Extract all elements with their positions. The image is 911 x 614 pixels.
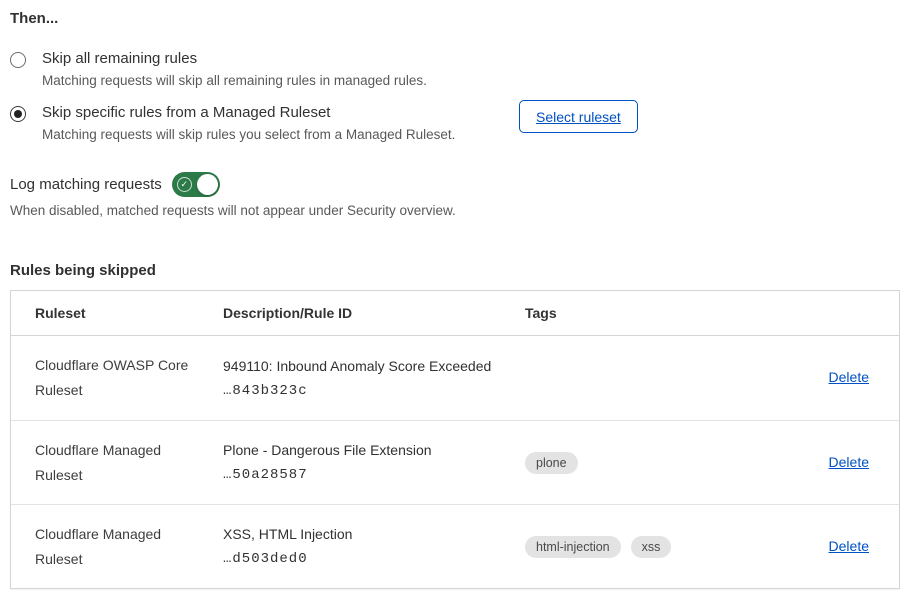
table-row: Cloudflare Managed Ruleset Plone - Dange…	[11, 420, 899, 504]
radio-option-skip-specific[interactable]: Skip specific rules from a Managed Rules…	[10, 104, 570, 142]
delete-link[interactable]: Delete	[829, 369, 869, 385]
radio-selected-dot	[14, 110, 22, 118]
actions-cell: Delete	[829, 369, 869, 387]
ruleset-name: Cloudflare OWASP Core Ruleset	[35, 353, 223, 403]
actions-cell: Delete	[829, 538, 869, 556]
tags-cell: html-injection xss	[525, 536, 829, 558]
radio-option-skip-all[interactable]: Skip all remaining rules Matching reques…	[10, 50, 570, 88]
log-matching-row: Log matching requests ✓	[10, 172, 220, 197]
check-icon: ✓	[177, 177, 192, 192]
delete-link[interactable]: Delete	[829, 538, 869, 554]
actions-cell: Delete	[829, 454, 869, 472]
tag-pill: plone	[525, 452, 578, 474]
then-heading: Then...	[10, 10, 58, 27]
rule-description: XSS, HTML Injection	[223, 526, 525, 542]
ruleset-name: Cloudflare Managed Ruleset	[35, 438, 223, 488]
rule-description: Plone - Dangerous File Extension	[223, 442, 525, 458]
column-header-tags: Tags	[525, 305, 869, 321]
rule-description-cell: Plone - Dangerous File Extension …50a285…	[223, 442, 525, 483]
ruleset-name: Cloudflare Managed Ruleset	[35, 522, 223, 572]
radio-skip-specific-label[interactable]: Skip specific rules from a Managed Rules…	[42, 104, 455, 121]
log-matching-toggle[interactable]: ✓	[172, 172, 220, 197]
radio-skip-specific[interactable]	[10, 106, 26, 122]
rules-table: Ruleset Description/Rule ID Tags Cloudfl…	[10, 290, 900, 589]
rule-id: …50a28587	[223, 467, 525, 483]
toggle-knob	[197, 174, 218, 195]
tags-cell: plone	[525, 452, 829, 474]
tag-pill: xss	[631, 536, 672, 558]
table-header-row: Ruleset Description/Rule ID Tags	[11, 291, 899, 336]
rule-description-cell: XSS, HTML Injection …d503ded0	[223, 526, 525, 567]
rule-description-cell: 949110: Inbound Anomaly Score Exceeded ……	[223, 358, 525, 399]
log-matching-label: Log matching requests	[10, 176, 162, 193]
delete-link[interactable]: Delete	[829, 454, 869, 470]
rule-description: 949110: Inbound Anomaly Score Exceeded	[223, 358, 525, 374]
radio-skip-all[interactable]	[10, 52, 26, 68]
rules-being-skipped-heading: Rules being skipped	[10, 262, 156, 279]
column-header-description: Description/Rule ID	[223, 305, 525, 321]
radio-skip-all-description: Matching requests will skip all remainin…	[42, 73, 427, 88]
radio-skip-specific-description: Matching requests will skip rules you se…	[42, 127, 455, 142]
radio-skip-all-label[interactable]: Skip all remaining rules	[42, 50, 427, 67]
rule-id: …843b323c	[223, 383, 525, 399]
table-row: Cloudflare OWASP Core Ruleset 949110: In…	[11, 336, 899, 420]
select-ruleset-button[interactable]: Select ruleset	[519, 100, 638, 133]
table-row: Cloudflare Managed Ruleset XSS, HTML Inj…	[11, 504, 899, 588]
column-header-ruleset: Ruleset	[35, 305, 223, 321]
rule-id: …d503ded0	[223, 551, 525, 567]
tag-pill: html-injection	[525, 536, 621, 558]
log-matching-note: When disabled, matched requests will not…	[10, 203, 456, 218]
